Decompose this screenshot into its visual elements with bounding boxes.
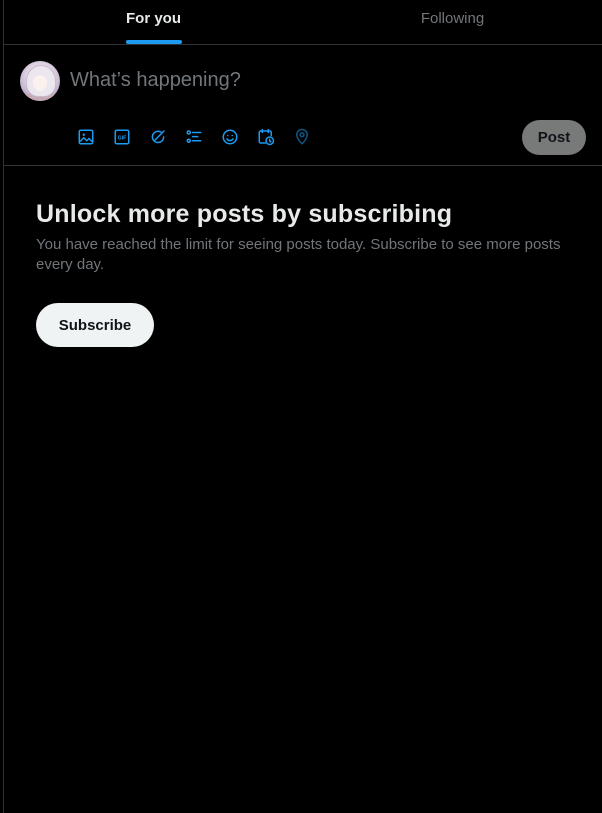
tab-for-you-label: For you (126, 10, 181, 27)
page-title: Unlock more posts by subscribing (36, 200, 453, 228)
poll-button[interactable] (176, 125, 212, 149)
gif-icon-text: GIF (118, 135, 128, 141)
tab-following-label: Following (420, 10, 485, 27)
gif-icon: GIF (114, 129, 130, 145)
post-button[interactable]: Post (522, 120, 586, 155)
grok-icon (151, 130, 165, 144)
emoji-button[interactable] (212, 125, 248, 149)
avatar[interactable] (20, 61, 60, 101)
composer-toolbar: GIF (68, 125, 320, 149)
schedule-icon (258, 128, 275, 146)
subscription-prompt: Unlock more posts by subscribing You hav… (36, 196, 566, 347)
subscribe-button[interactable]: Subscribe (36, 303, 154, 347)
active-tab-indicator (125, 40, 182, 44)
grok-button[interactable] (140, 125, 176, 149)
media-button[interactable] (68, 125, 104, 149)
location-button[interactable] (284, 125, 320, 149)
poll-icon (186, 130, 202, 143)
tab-for-you[interactable]: For you (4, 0, 303, 44)
limit-description: You have reached the limit for seeing po… (36, 236, 561, 273)
avatar-face (33, 75, 47, 91)
tab-following[interactable]: Following (303, 0, 602, 44)
timeline-tabs: For you Following (4, 0, 602, 45)
post-composer: GIF (4, 45, 602, 166)
location-icon (295, 128, 309, 145)
compose-input[interactable] (70, 69, 570, 92)
schedule-button[interactable] (248, 125, 284, 149)
emoji-icon (222, 129, 238, 145)
image-icon (78, 129, 94, 145)
gif-button[interactable]: GIF (104, 125, 140, 149)
